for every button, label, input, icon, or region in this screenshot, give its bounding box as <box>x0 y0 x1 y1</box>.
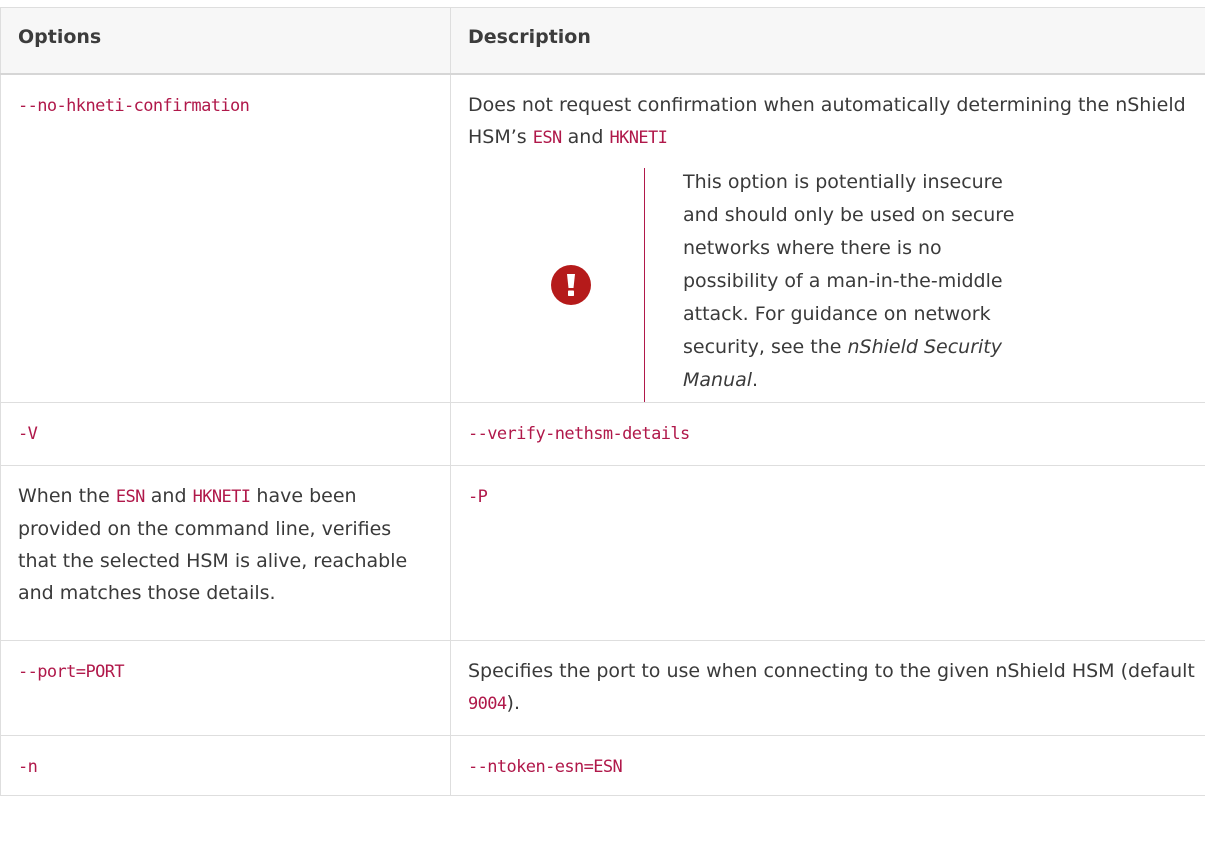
description-code: --ntoken-esn=ESN <box>468 756 623 777</box>
description-text: Does not request confirmation when autom… <box>468 93 1186 148</box>
header-description: Description <box>450 7 1205 75</box>
header-options: Options <box>0 7 451 75</box>
hkneti-code: HKNETI <box>192 486 251 507</box>
description-cell: --verify-nethsm-details <box>450 401 1205 466</box>
exclamation-icon <box>551 264 591 305</box>
description-cell: Specifies the port to use when connectin… <box>450 639 1205 736</box>
warning-text: This option is potentially insecure and … <box>683 170 1015 391</box>
option-cell: --no-hkneti-confirmation <box>0 73 451 403</box>
table-row: --port=PORT Specifies the port to use wh… <box>0 639 1205 736</box>
table-row: When the ESN and HKNETI have been provid… <box>0 464 1205 641</box>
esn-code: ESN <box>115 486 146 507</box>
description-code: -P <box>468 486 488 507</box>
option-cell: -n <box>0 734 451 796</box>
option-code: --no-hkneti-confirmation <box>18 95 250 116</box>
hkneti-code: HKNETI <box>609 127 668 148</box>
table-row: --no-hkneti-confirmation Does not reques… <box>0 73 1205 403</box>
option-code: -V <box>18 423 38 444</box>
option-code: -n <box>18 756 38 777</box>
table-header-row: Options Description <box>0 7 1205 75</box>
option-cell: When the ESN and HKNETI have been provid… <box>0 464 451 641</box>
option-code: --port=PORT <box>18 661 125 682</box>
table-row: -n --ntoken-esn=ESN <box>0 734 1205 796</box>
description-cell: Does not request confirmation when autom… <box>450 73 1205 403</box>
description-cell: --ntoken-esn=ESN <box>450 734 1205 796</box>
option-cell: -V <box>0 401 451 466</box>
esn-code: ESN <box>532 127 563 148</box>
description-cell: -P <box>450 464 1205 641</box>
description-code: --verify-nethsm-details <box>468 423 690 444</box>
table-row: -V --verify-nethsm-details <box>0 401 1205 466</box>
options-table: Options Description --no-hkneti-confirma… <box>0 7 1205 796</box>
option-cell: --port=PORT <box>0 639 451 736</box>
warning-admonition: This option is potentially insecure and … <box>498 166 1195 402</box>
port-code: 9004 <box>468 693 507 714</box>
